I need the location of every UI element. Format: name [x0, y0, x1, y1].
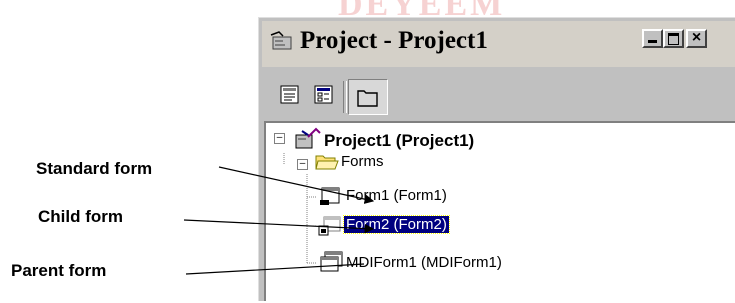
window-title: Project - Project1: [300, 27, 488, 54]
child-form-icon: [318, 216, 341, 236]
toolbar-separator: [343, 81, 347, 113]
maximize-button[interactable]: [663, 29, 684, 48]
tree-item-mdiform1[interactable]: MDIForm1 (MDIForm1): [346, 254, 502, 271]
root-collapse-toggle[interactable]: –: [274, 133, 285, 144]
view-code-icon[interactable]: [280, 85, 300, 105]
mdi-form-icon: [320, 251, 343, 272]
callout-standard-form: Standard form: [36, 159, 153, 178]
project-icon: [295, 127, 321, 149]
open-folder-icon: [315, 155, 339, 170]
callout-child-form: Child form: [38, 207, 123, 226]
callout-parent-form: Parent form: [11, 261, 107, 280]
toolbar: [262, 73, 735, 121]
project-explorer-icon: [270, 31, 292, 50]
form-icon: [320, 187, 340, 205]
forms-collapse-toggle[interactable]: –: [297, 159, 308, 170]
tree-root-project[interactable]: Project1 (Project1): [324, 131, 474, 151]
tree-folder-forms[interactable]: Forms: [341, 153, 384, 170]
tree-item-form1[interactable]: Form1 (Form1): [346, 187, 447, 204]
toggle-folders-button[interactable]: [348, 79, 388, 115]
project-tree: – Project1 (Project1) – Forms Form1 (For…: [264, 121, 735, 301]
view-object-icon[interactable]: [314, 85, 334, 105]
minimize-button[interactable]: [642, 29, 663, 48]
close-button[interactable]: ×: [686, 29, 707, 48]
folder-icon: [357, 90, 378, 107]
title-bar[interactable]: Project - Project1 ×: [262, 21, 735, 67]
tree-item-form2[interactable]: Form2 (Form2): [343, 215, 450, 234]
project-explorer-window: Project - Project1 × – Project1 (Project…: [258, 17, 735, 301]
